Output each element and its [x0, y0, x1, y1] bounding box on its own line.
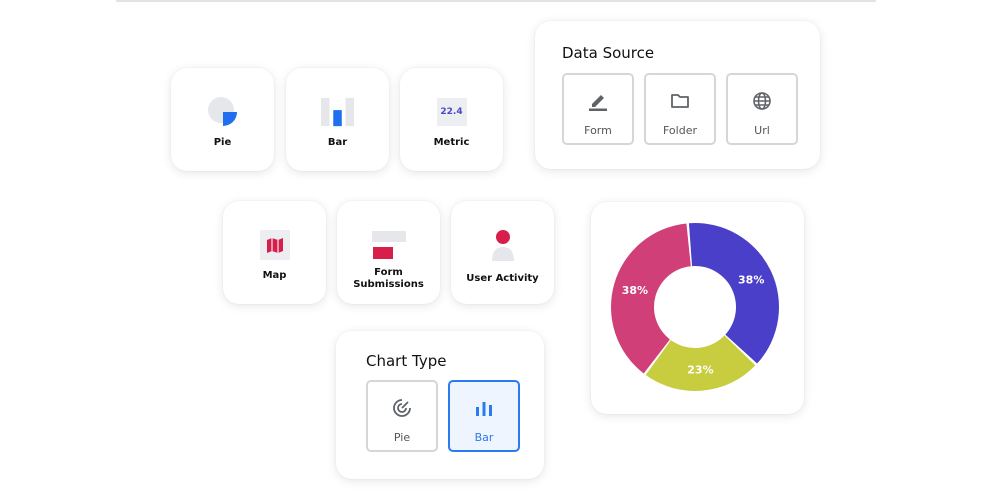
metric-value: 22.4 [440, 107, 463, 117]
option-label: Bar [474, 431, 494, 444]
donut-chart: 38% 23% 38% [611, 223, 779, 391]
donut-chart-card: 38% 23% 38% [591, 202, 804, 414]
option-label: Pie [393, 431, 411, 444]
data-source-form-option[interactable]: Form [562, 73, 634, 145]
widget-label: User Activity [466, 273, 539, 284]
data-source-title: Data Source [562, 44, 655, 62]
widget-user-activity[interactable]: User Activity [451, 201, 554, 304]
chart-type-title: Chart Type [366, 352, 447, 370]
bar-chart-icon [320, 96, 355, 128]
data-source-panel: Data Source Form Folder Url [535, 21, 820, 169]
top-divider [116, 0, 876, 2]
donut-slice [688, 223, 779, 364]
widget-bar[interactable]: Bar [286, 68, 389, 171]
widget-form-submissions[interactable]: Form Submissions [337, 201, 440, 304]
chart-type-pie-option[interactable]: Pie [366, 380, 438, 452]
widget-map[interactable]: Map [223, 201, 326, 304]
data-source-url-option[interactable]: Url [726, 73, 798, 145]
folder-icon [670, 91, 690, 111]
widget-label: Form Submissions [353, 267, 424, 290]
map-icon [258, 229, 292, 261]
form-submissions-icon [371, 229, 406, 261]
chart-type-bar-option[interactable]: Bar [448, 380, 520, 452]
option-label: Form [584, 124, 612, 137]
donut-slice-label: 38% [738, 274, 764, 287]
option-label: Folder [663, 124, 697, 137]
widget-pie[interactable]: Pie [171, 68, 274, 171]
chart-type-panel: Chart Type Pie Bar [336, 331, 544, 479]
widget-metric[interactable]: 22.4 Metric [400, 68, 503, 171]
data-source-folder-option[interactable]: Folder [644, 73, 716, 145]
widget-label: Pie [213, 137, 232, 148]
bar-chart-icon [475, 398, 493, 418]
widget-label: Metric [433, 137, 470, 148]
pencil-icon [588, 91, 608, 111]
donut-slice-label: 38% [622, 284, 648, 297]
option-label: Url [754, 124, 770, 137]
user-activity-icon [486, 229, 520, 261]
donut-slice-label: 23% [687, 363, 713, 376]
pie-chart-icon [206, 96, 240, 128]
globe-icon [752, 91, 772, 111]
metric-icon: 22.4 [435, 96, 469, 128]
widget-label: Map [262, 270, 287, 281]
radar-icon [392, 398, 412, 418]
widget-label: Bar [327, 137, 348, 148]
